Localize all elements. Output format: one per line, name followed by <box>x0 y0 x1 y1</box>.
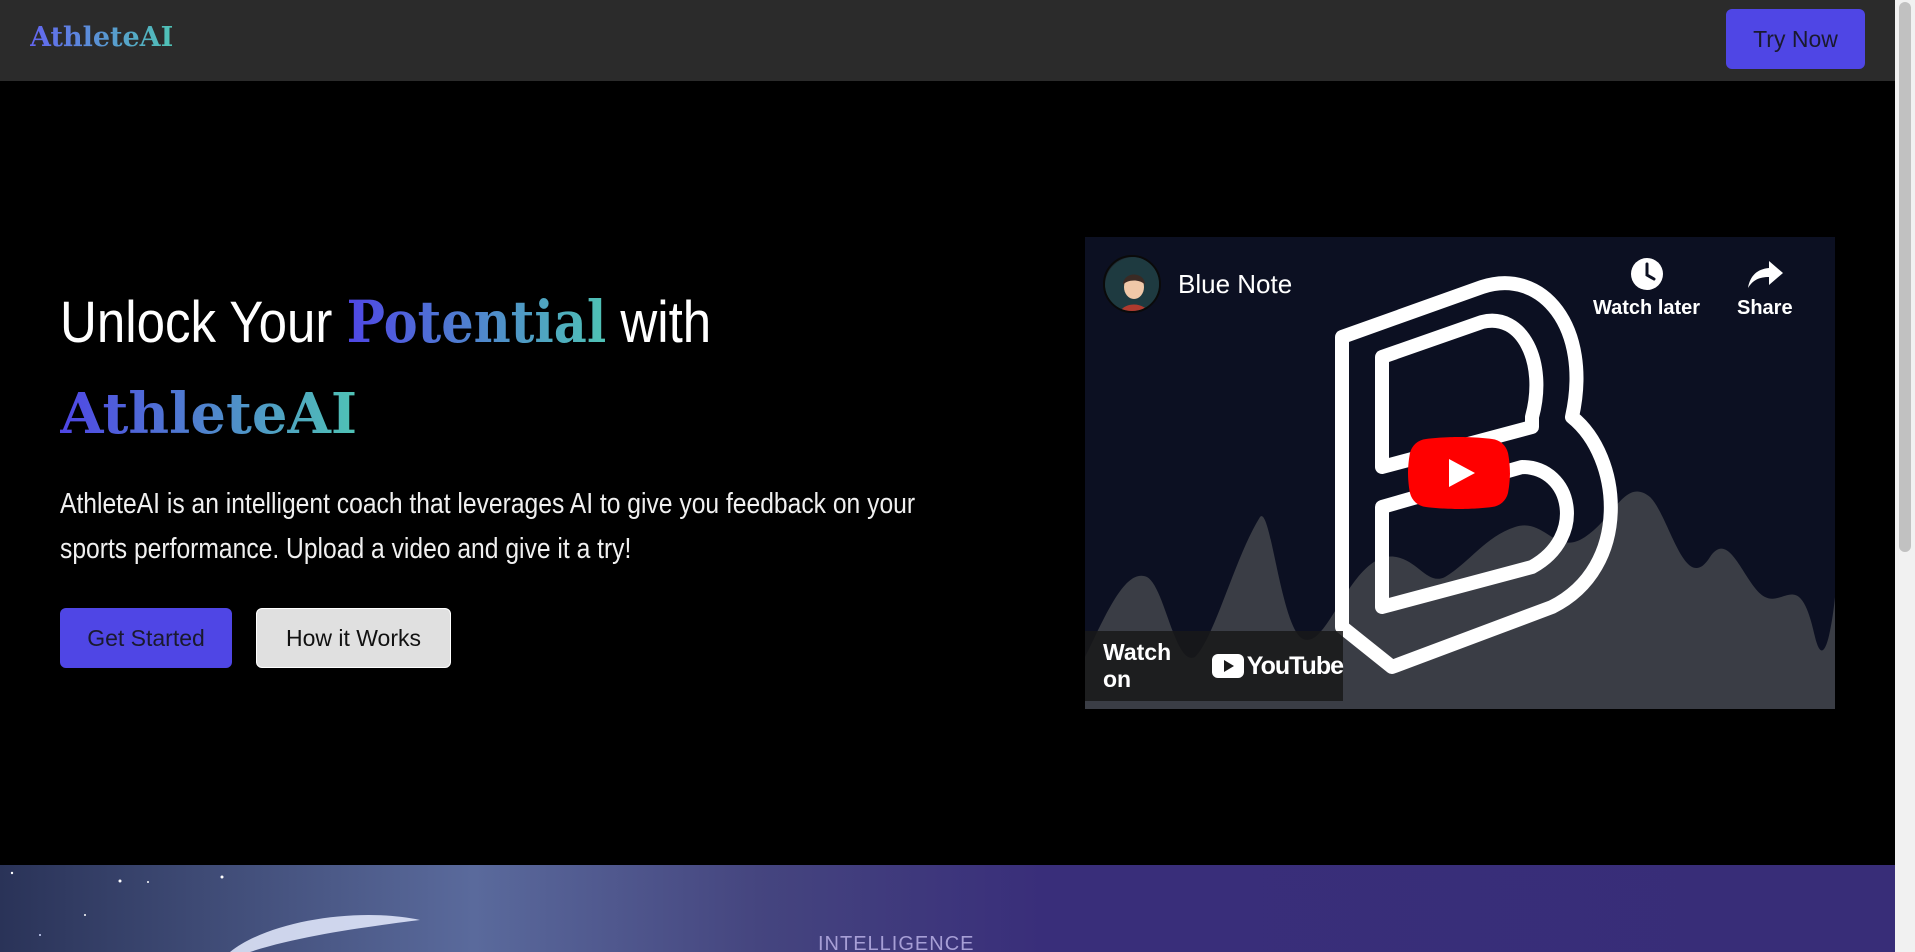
youtube-embed[interactable]: Blue Note Watch later Share Watch on You… <box>1085 237 1835 709</box>
youtube-wordmark: YouTube <box>1246 651 1344 680</box>
share-action[interactable]: Share <box>1737 255 1793 320</box>
channel-name[interactable]: Blue Note <box>1178 269 1292 300</box>
hero-title-pre: Unlock Your <box>60 290 347 355</box>
youtube-icon <box>1211 654 1244 678</box>
hero-title-post: with <box>606 290 712 355</box>
section-label: INTELLIGENCE <box>818 933 975 952</box>
youtube-logo: YouTube <box>1211 651 1344 681</box>
hero-title-highlight: Potential <box>346 288 607 356</box>
earth-graphic <box>10 871 420 952</box>
watch-on-label: Watch on <box>1103 639 1172 692</box>
watch-later-label: Watch later <box>1593 297 1701 319</box>
clock-icon <box>1630 258 1663 290</box>
hero-title: Unlock Your Potential with <box>60 286 711 359</box>
channel-avatar[interactable] <box>1103 255 1161 313</box>
navbar: AthleteAI Try Now <box>0 0 1895 81</box>
watch-on-youtube[interactable]: Watch on YouTube <box>1085 631 1344 701</box>
try-now-button[interactable]: Try Now <box>1726 9 1865 69</box>
brand-logo[interactable]: AthleteAI <box>30 22 173 53</box>
how-it-works-button[interactable]: How it Works <box>256 608 451 668</box>
watch-later-action[interactable]: Watch later <box>1593 255 1700 320</box>
get-started-button[interactable]: Get Started <box>60 608 232 668</box>
hero-brand: AthleteAI <box>60 378 357 450</box>
hero-description: AthleteAI is an intelligent coach that l… <box>60 488 916 565</box>
page-scrollbar[interactable] <box>1895 0 1915 952</box>
intelligence-section: INTELLIGENCE <box>0 865 1895 952</box>
share-label: Share <box>1737 297 1793 319</box>
scrollbar-thumb[interactable] <box>1899 2 1911 552</box>
share-arrow-icon <box>1747 261 1783 288</box>
play-icon[interactable] <box>1408 437 1510 509</box>
